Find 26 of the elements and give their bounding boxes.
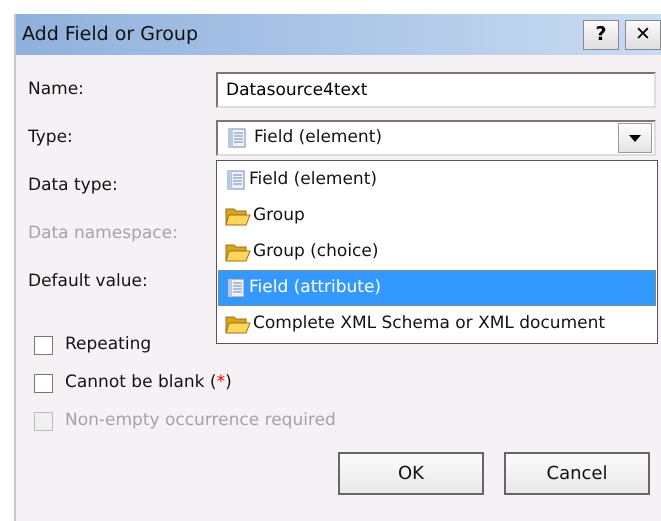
dropdown-button[interactable] <box>618 123 652 153</box>
window-title: Add Field or Group <box>22 22 200 48</box>
field-label: Type: <box>28 126 74 150</box>
checkbox-label: Non-empty occurrence required <box>65 409 336 432</box>
help-button[interactable]: ? <box>583 20 619 50</box>
document-icon <box>226 127 248 149</box>
field-label: Default value: <box>28 270 149 294</box>
document-icon <box>225 277 247 299</box>
checkbox-label: Cannot be blank (*) <box>65 371 232 394</box>
type-dropdown[interactable]: Field (element) <box>216 120 656 156</box>
caret-icon <box>629 134 641 142</box>
field-label: Name: <box>28 78 85 102</box>
field-label: Data namespace: <box>28 222 179 246</box>
dropdown-option[interactable]: Group <box>218 198 656 234</box>
close-button[interactable]: ✕ <box>625 20 661 50</box>
cancel-button[interactable]: Cancel <box>504 452 650 495</box>
checkbox[interactable] <box>34 374 53 392</box>
field-label: Data type: <box>28 174 119 198</box>
name-field[interactable]: Datasource4text <box>216 72 656 108</box>
dropdown-option[interactable]: Complete XML Schema or XML document <box>218 306 656 342</box>
dropdown-option[interactable]: Field (element) <box>218 162 656 198</box>
document-icon <box>225 169 247 191</box>
checkbox[interactable] <box>34 336 53 354</box>
checkbox-label: Repeating <box>65 333 152 356</box>
ok-button[interactable]: OK <box>338 452 484 495</box>
dropdown-option[interactable]: Group (choice) <box>218 234 656 270</box>
